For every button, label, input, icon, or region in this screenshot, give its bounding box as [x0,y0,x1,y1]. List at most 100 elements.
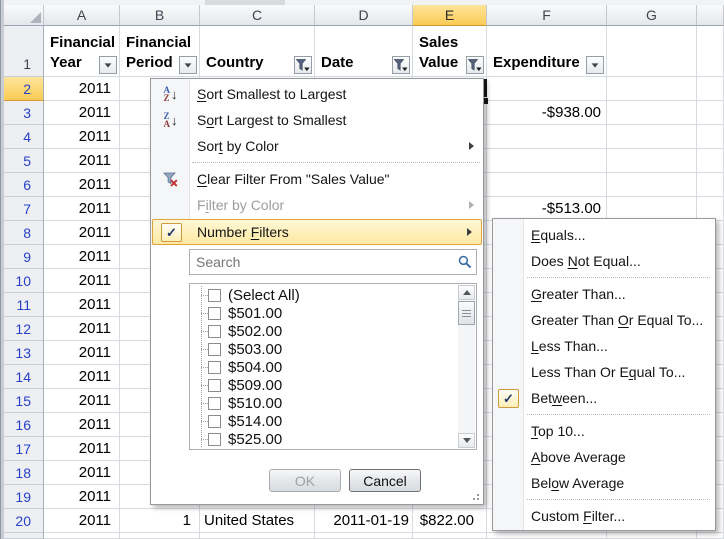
cell-F4[interactable] [487,125,607,149]
cancel-button[interactable]: Cancel [349,469,421,492]
row-header-20[interactable]: 20 [0,509,44,533]
cell-G21[interactable] [607,533,697,539]
cell-x21[interactable] [697,533,724,539]
row-header-1[interactable]: 1 [0,26,44,77]
row-header-19[interactable]: 19 [0,485,44,509]
cell-A20[interactable]: 2011 [44,509,120,533]
cell-F5[interactable] [487,149,607,173]
submenu-item-custom-filter[interactable]: Custom Filter... [493,503,715,529]
checkbox[interactable] [208,397,221,410]
column-header-overflow[interactable] [697,5,724,26]
cell-A3[interactable]: 2011 [44,101,120,125]
cell-B21[interactable] [120,533,200,539]
scroll-up-button[interactable] [458,285,475,300]
menu-item-number-filters[interactable]: ✓Number Filters [152,219,482,245]
row-header-10[interactable]: 10 [0,269,44,293]
cell-A4[interactable]: 2011 [44,125,120,149]
scroll-down-button[interactable] [458,433,475,448]
filter-list-item[interactable]: $525.00 [190,430,457,448]
row-header-13[interactable]: 13 [0,341,44,365]
row-header-9[interactable]: 9 [0,245,44,269]
list-scrollbar[interactable] [458,285,475,448]
submenu-item-above-average[interactable]: Above Average [493,444,715,470]
menu-item-sort-by-color[interactable]: Sort by Color [151,133,483,159]
row-header-7[interactable]: 7 [0,197,44,221]
header-cell-D[interactable]: Date [315,26,413,77]
cell-G4[interactable] [607,125,697,149]
cell-x6[interactable] [697,173,724,197]
cell-F3[interactable]: -$938.00 [487,101,607,125]
row-header-17[interactable]: 17 [0,437,44,461]
header-cell-C[interactable]: Country [200,26,315,77]
search-icon[interactable] [458,255,472,274]
submenu-item-does-not-equal[interactable]: Does Not Equal... [493,248,715,274]
column-header-B[interactable]: B [120,5,200,26]
filter-button-sales-value[interactable] [466,56,484,74]
resize-grip[interactable] [477,498,479,500]
cell-x5[interactable] [697,149,724,173]
search-input[interactable] [189,249,477,275]
filter-list-item[interactable]: $502.00 [190,322,457,340]
cell-A5[interactable]: 2011 [44,149,120,173]
checkbox[interactable] [208,433,221,446]
cell-A18[interactable]: 2011 [44,461,120,485]
menu-item-sort-largest-to-smallest[interactable]: ZA↓Sort Largest to Smallest [151,107,483,133]
cell-F6[interactable] [487,173,607,197]
cell-F2[interactable] [487,77,607,101]
cell-A19[interactable]: 2011 [44,485,120,509]
scroll-thumb[interactable] [458,301,475,325]
filter-button-date[interactable] [392,56,410,74]
row-header-6[interactable]: 6 [0,173,44,197]
filter-list-item[interactable]: $510.00 [190,394,457,412]
filter-list-item[interactable]: $503.00 [190,340,457,358]
submenu-item-equals[interactable]: Equals... [493,222,715,248]
cell-A11[interactable]: 2011 [44,293,120,317]
header-cell-B[interactable]: FinancialPeriod [120,26,200,77]
cell-D21[interactable] [315,533,413,539]
row-header-18[interactable]: 18 [0,461,44,485]
submenu-item-between[interactable]: ✓Between... [493,385,715,411]
submenu-item-greater-than-or-equal-to[interactable]: Greater Than Or Equal To... [493,307,715,333]
submenu-item-less-than[interactable]: Less Than... [493,333,715,359]
cell-G5[interactable] [607,149,697,173]
cell-A15[interactable]: 2011 [44,389,120,413]
filter-button-financial-period[interactable] [179,56,197,74]
column-header-A[interactable]: A [44,5,120,26]
column-header-D[interactable]: D [315,5,413,26]
row-header-15[interactable]: 15 [0,389,44,413]
select-all-corner[interactable] [0,5,44,26]
cell-A12[interactable]: 2011 [44,317,120,341]
filter-list-item[interactable]: $501.00 [190,304,457,322]
filter-button-country[interactable] [294,56,312,74]
cell-A21[interactable] [44,533,120,539]
cell-A14[interactable]: 2011 [44,365,120,389]
column-header-F[interactable]: F [487,5,607,26]
submenu-item-below-average[interactable]: Below Average [493,470,715,496]
cell-D20[interactable]: 2011-01-19 [315,509,413,533]
checkbox[interactable] [208,343,221,356]
submenu-item-greater-than[interactable]: Greater Than... [493,281,715,307]
checkbox[interactable] [208,415,221,428]
cell-A17[interactable]: 2011 [44,437,120,461]
filter-button-financial-year[interactable] [99,56,117,74]
checkbox[interactable] [208,325,221,338]
row-header-12[interactable]: 12 [0,317,44,341]
filter-list-item[interactable]: $509.00 [190,376,457,394]
menu-item-filter-by-color[interactable]: Filter by Color [151,192,483,218]
cell-E20[interactable]: $822.00 [413,509,487,533]
cell-A7[interactable]: 2011 [44,197,120,221]
header-cell-F[interactable]: Expenditure [487,26,607,77]
column-header-G[interactable]: G [607,5,697,26]
cell-E21[interactable] [413,533,487,539]
menu-item-sort-smallest-to-largest[interactable]: AZ↓Sort Smallest to Largest [151,81,483,107]
filter-list-item-partial[interactable] [190,448,457,449]
checkbox[interactable] [208,289,221,302]
header-cell-A[interactable]: FinancialYear [44,26,120,77]
row-header-14[interactable]: 14 [0,365,44,389]
cell-G3[interactable] [607,101,697,125]
checkbox[interactable] [208,379,221,392]
cell-A16[interactable]: 2011 [44,413,120,437]
column-header-C[interactable]: C [200,5,315,26]
cell-A6[interactable]: 2011 [44,173,120,197]
cell-A10[interactable]: 2011 [44,269,120,293]
